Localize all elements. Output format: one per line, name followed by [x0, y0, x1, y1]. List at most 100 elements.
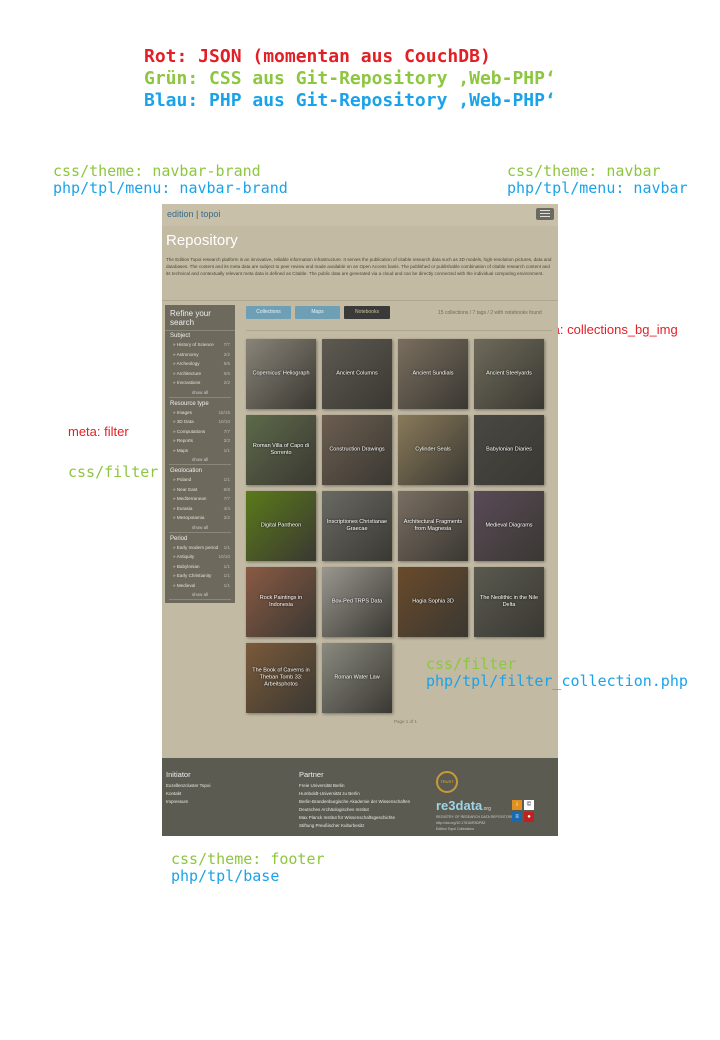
- filter-count: 1/1: [223, 573, 230, 578]
- filter-label: » Early Christianity: [173, 573, 212, 578]
- filter-label: » Eurasia: [173, 505, 193, 511]
- footer-link[interactable]: Freie Universität Berlin: [299, 782, 410, 790]
- collection-tile[interactable]: Ancient Columns: [322, 339, 392, 409]
- footer-link[interactable]: Berlin-Brandenburgische Akademie der Wis…: [299, 798, 410, 806]
- navbar: edition | topoi: [162, 204, 558, 226]
- footer-link[interactable]: Humboldt-Universität zu Berlin: [299, 790, 410, 798]
- filter-item[interactable]: » Early modern period 1/1: [165, 543, 235, 553]
- show-all-link[interactable]: show all: [169, 590, 231, 600]
- collection-tile[interactable]: Architectural Fragments from Magnesia: [398, 491, 468, 561]
- filter-item[interactable]: » Near East 8/8: [165, 485, 235, 495]
- collection-title: Hagia Sophia 3D: [412, 598, 454, 605]
- collection-tile[interactable]: Digital Pantheon: [246, 491, 316, 561]
- show-all-link[interactable]: show all: [169, 455, 231, 465]
- filter-label: » Mediterranean: [173, 496, 207, 501]
- filter-count: 2/2: [223, 380, 230, 385]
- re3data-logo[interactable]: re3data.org: [436, 798, 491, 813]
- footer-link[interactable]: Stiftung Preußischer Kulturbesitz: [299, 822, 410, 830]
- collection-tile[interactable]: Cylinder Seals: [398, 415, 468, 485]
- collection-tile[interactable]: The Book of Caverns in Theban Tomb 33: A…: [246, 643, 316, 713]
- collection-tile[interactable]: Bov-Ped TRPS Data: [322, 567, 392, 637]
- filter-item[interactable]: » Archeology 5/5: [165, 359, 235, 369]
- collection-tile[interactable]: Ancient Sundials: [398, 339, 468, 409]
- filter-count: 1/1: [223, 544, 230, 550]
- collection-title: Medieval Diagrams: [485, 522, 533, 529]
- collection-tile[interactable]: Roman Water Law: [322, 643, 392, 713]
- collection-tile[interactable]: Construction Drawings: [322, 415, 392, 485]
- collection-tile[interactable]: Ancient Steelyards: [474, 339, 544, 409]
- filter-item[interactable]: » Computations 7/7: [165, 427, 235, 437]
- collection-tile[interactable]: Rock Paintings in Indonesia: [246, 567, 316, 637]
- filter-item[interactable]: » Reports 2/2: [165, 436, 235, 446]
- filter-label: » Medieval: [173, 582, 196, 588]
- collection-tile[interactable]: Copernicus' Heliograph: [246, 339, 316, 409]
- filter-count: 7/7: [223, 428, 230, 434]
- collection-title: Copernicus' Heliograph: [252, 370, 310, 377]
- footer-link[interactable]: Kontakt: [166, 790, 210, 798]
- filter-sidebar: Refine your search Subject» History of S…: [165, 305, 235, 603]
- filter-count: 8/8: [223, 486, 230, 492]
- filter-item[interactable]: » Eurasia 4/4: [165, 504, 235, 514]
- collection-tile[interactable]: Roman Villa of Capo di Sorrento: [246, 415, 316, 485]
- filter-count: 7/7: [223, 496, 230, 501]
- filter-label: » Early modern period: [173, 544, 219, 550]
- annotation-brand-php: php/tpl/menu: navbar-brand: [53, 179, 288, 197]
- filter-item[interactable]: » Antiquity 10/10: [165, 552, 235, 562]
- filter-item[interactable]: » Early Christianity 1/1: [165, 571, 235, 581]
- footer-initiator-links: Exzellenzcluster Topoi Kontakt Impressum: [166, 782, 210, 806]
- annotation-navbar-css: css/theme: navbar: [507, 162, 661, 180]
- show-all-link[interactable]: show all: [169, 523, 231, 533]
- collection-title: Babylonian Diaries: [486, 446, 532, 453]
- tab-maps[interactable]: Maps: [295, 306, 340, 319]
- tab-collections[interactable]: Collections: [246, 306, 291, 319]
- filter-count: 2/2: [223, 438, 230, 443]
- collection-tile[interactable]: Hagia Sophia 3D: [398, 567, 468, 637]
- footer-link[interactable]: Deutsches Archäologisches Institut: [299, 806, 410, 814]
- filter-item[interactable]: » Medieval 1/1: [165, 581, 235, 591]
- filter-item[interactable]: » Maps 1/1: [165, 446, 235, 456]
- filter-item[interactable]: » Babylonian 1/1: [165, 562, 235, 572]
- badge-icon: i: [512, 800, 522, 810]
- legend-blue: Blau: PHP aus Git-Repository ‚Web-PHP‘: [144, 90, 556, 111]
- filter-item[interactable]: » History of Science 7/7: [165, 340, 235, 350]
- pagination: Page 1 of 1: [394, 719, 418, 724]
- collection-tile[interactable]: Inscriptiones Christianae Graecae: [322, 491, 392, 561]
- footer-link[interactable]: Exzellenzcluster Topoi: [166, 782, 210, 790]
- color-legend: Rot: JSON (momentan aus CouchDB) Grün: C…: [144, 46, 556, 112]
- filter-count: 10/10: [218, 554, 231, 559]
- filter-item[interactable]: » 3D Data 10/10: [165, 417, 235, 427]
- collection-title: Ancient Columns: [336, 370, 378, 377]
- filter-item[interactable]: » Poland 1/1: [165, 475, 235, 485]
- collection-tile[interactable]: Medieval Diagrams: [474, 491, 544, 561]
- filter-item[interactable]: » Astronomy 2/2: [165, 350, 235, 360]
- annotation-meta-filter: meta: filter: [68, 424, 129, 439]
- footer-link[interactable]: Max Planck Institut für Wissenschaftsges…: [299, 814, 410, 822]
- license-badges: i © ≡ ●: [512, 800, 534, 822]
- footer-initiator-heading: Initiator: [166, 770, 191, 779]
- filter-label: » Archeology: [173, 361, 200, 366]
- filter-item[interactable]: » Innovations 2/2: [165, 378, 235, 388]
- footer-partner-heading: Partner: [299, 770, 324, 779]
- collection-title: The Book of Caverns in Theban Tomb 33: A…: [252, 667, 310, 688]
- filter-item[interactable]: » Mesopotamia 2/2: [165, 513, 235, 523]
- annotation-php-filter-collection: php/tpl/filter_collection.php: [426, 672, 688, 690]
- show-all-link[interactable]: show all: [169, 388, 231, 398]
- filter-label: » Mesopotamia: [173, 515, 205, 520]
- annotation-brand-css: css/theme: navbar-brand: [53, 162, 261, 180]
- collection-title: Rock Paintings in Indonesia: [259, 595, 303, 608]
- filter-item[interactable]: » Images 15/15: [165, 408, 235, 418]
- filter-item[interactable]: » Mediterranean 7/7: [165, 494, 235, 504]
- filter-label: » Near East: [173, 486, 198, 492]
- brand-topoi: topoi: [200, 209, 221, 219]
- hamburger-icon[interactable]: [536, 208, 554, 220]
- page-title: Repository: [166, 232, 238, 249]
- navbar-brand[interactable]: edition | topoi: [167, 209, 220, 219]
- filter-label: » 3D Data: [173, 419, 194, 424]
- collection-tile[interactable]: Babylonian Diaries: [474, 415, 544, 485]
- filter-count: 2/2: [223, 351, 230, 357]
- collection-tile[interactable]: The Neolithic in the Nile Delta: [474, 567, 544, 637]
- footer-link[interactable]: Impressum: [166, 798, 210, 806]
- tab-notebooks[interactable]: Notebooks: [344, 306, 390, 319]
- filter-item[interactable]: » Architecture 6/6: [165, 369, 235, 379]
- re3data-suffix: .org: [482, 806, 491, 812]
